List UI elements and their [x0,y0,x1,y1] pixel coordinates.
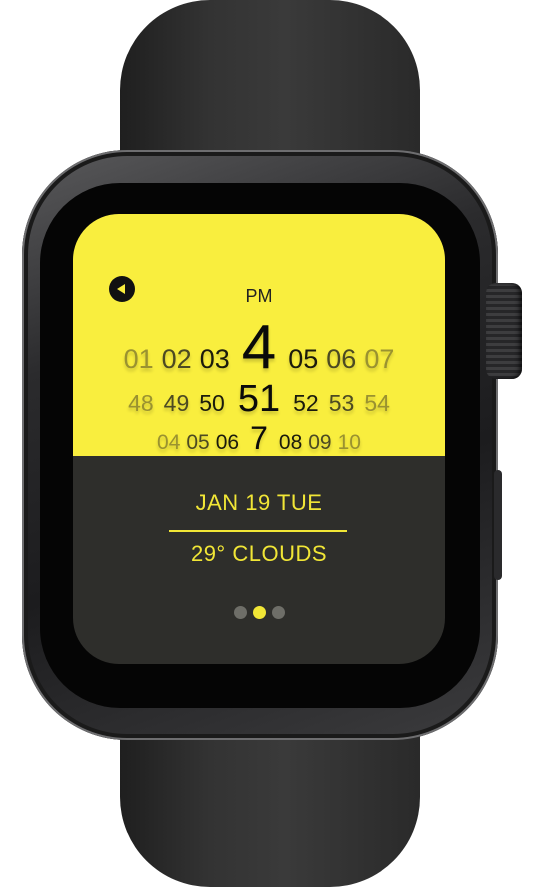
page-dot-2-active[interactable] [252,606,266,619]
second-prev-3: 04 [157,431,181,454]
weather-label: 29° CLOUDS [190,541,328,566]
minutes-row[interactable]: 48 49 50 51 52 53 54 [73,378,445,421]
minute-prev-3: 48 [128,390,154,416]
hour-prev-2: 02 [161,344,192,374]
minute-next-1: 52 [293,390,319,416]
page-dot-1[interactable] [233,606,247,619]
second-prev-1: 06 [215,431,240,454]
hour-next-3: 07 [364,344,395,374]
minute-prev-2: 49 [163,390,190,416]
current-minute: 51 [237,378,281,420]
hours-row[interactable]: 01 02 03 4 05 06 07 [73,312,445,383]
minute-prev-1: 50 [199,390,225,416]
side-button[interactable] [494,470,502,580]
hour-next-1: 05 [288,344,319,374]
time-panel: PM 01 02 03 4 05 06 07 48 49 50 51 52 53… [73,214,445,456]
current-second: 7 [250,420,268,456]
minute-next-2: 53 [328,390,355,416]
seconds-row[interactable]: 04 05 06 7 08 09 10 [73,420,445,457]
divider [169,530,347,532]
second-next-2: 09 [308,431,332,454]
second-prev-2: 05 [186,431,210,454]
ampm-label: PM [245,286,273,306]
date-label: JAN 19 TUE [195,490,323,515]
watch-screen: PM 01 02 03 4 05 06 07 48 49 50 51 52 53… [73,214,445,664]
hour-prev-3: 01 [123,344,154,374]
hour-prev-1: 03 [199,344,230,374]
second-next-3: 10 [337,431,361,454]
second-next-1: 08 [278,431,303,454]
current-hour: 4 [241,313,277,382]
hour-next-2: 06 [326,344,357,374]
digital-crown[interactable] [486,283,522,379]
page-indicator [73,606,445,619]
minute-next-3: 54 [364,390,390,416]
page-dot-3[interactable] [271,606,285,619]
